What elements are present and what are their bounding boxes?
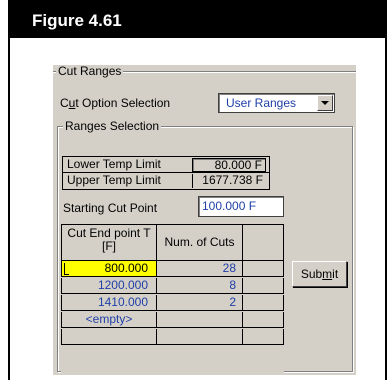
table-cell-blank [243, 312, 284, 328]
temp-limits-table: Lower Temp Limit 80.000 F Upper Temp Lim… [62, 156, 270, 190]
cut-ranges-title: Cut Ranges [56, 64, 124, 78]
table-cell-blank[interactable] [61, 329, 157, 345]
table-cell-blank[interactable] [157, 329, 243, 345]
end-point-value: 800.000 [104, 261, 148, 275]
table-cell-blank [243, 329, 284, 345]
upper-temp-row: Upper Temp Limit 1677.738 F [63, 173, 269, 189]
table-cell-num-cuts[interactable] [157, 312, 243, 328]
table-cell-blank [243, 295, 284, 311]
lower-temp-row: Lower Temp Limit 80.000 F [63, 157, 269, 173]
lower-temp-value: 80.000 F [192, 158, 266, 172]
cut-option-label: Cut Option Selection [60, 96, 171, 110]
cut-option-dropdown[interactable]: User Ranges [218, 93, 335, 113]
lower-temp-label: Lower Temp Limit [67, 157, 161, 171]
col-header-end-point[interactable]: Cut End point T [F] [61, 224, 157, 261]
col-header-blank [243, 224, 284, 261]
col-header-num-cuts[interactable]: Num. of Cuts [157, 224, 243, 261]
ranges-selection-title: Ranges Selection [63, 119, 162, 133]
table-cell-num-cuts[interactable]: 8 [157, 278, 243, 294]
table-cell-end-point[interactable]: 1200.000 [61, 278, 157, 294]
table-cell-blank [243, 261, 284, 277]
figure-frame-left [8, 38, 10, 380]
table-cell-num-cuts[interactable]: 2 [157, 295, 243, 311]
starting-cut-field[interactable]: 100.000 F [198, 196, 284, 217]
cuts-table: Cut End point T [F] Num. of Cuts 800.000… [61, 224, 284, 373]
upper-temp-label: Upper Temp Limit [67, 173, 161, 187]
text-cursor-foot [65, 274, 69, 275]
submit-button[interactable]: Submit [292, 261, 347, 287]
figure-title: Figure 4.61 [8, 0, 387, 38]
upper-temp-value: 1677.738 F [192, 174, 266, 188]
chevron-down-icon[interactable] [317, 95, 333, 111]
table-cell-empty[interactable]: <empty> [61, 312, 157, 328]
table-cell-num-cuts[interactable]: 28 [157, 261, 243, 277]
table-cell-end-point[interactable]: 800.000 [61, 261, 157, 277]
cut-ranges-panel: Cut Ranges Cut Option Selection User Ran… [53, 65, 356, 375]
table-cell-end-point[interactable]: 1410.000 [61, 295, 157, 311]
table-cell-blank [243, 278, 284, 294]
starting-cut-label: Starting Cut Point [63, 201, 158, 215]
cut-option-value: User Ranges [226, 96, 297, 110]
